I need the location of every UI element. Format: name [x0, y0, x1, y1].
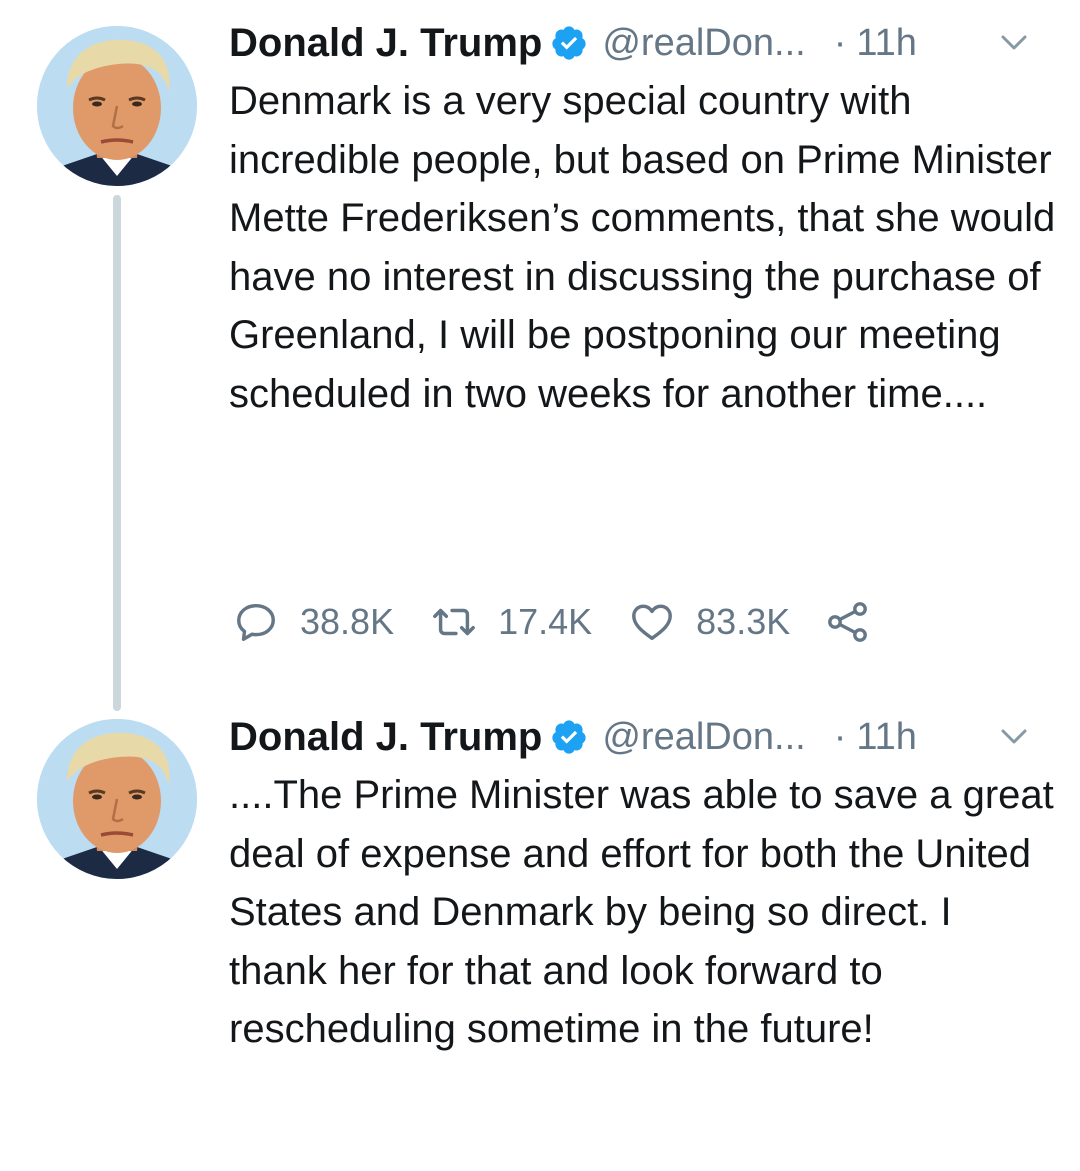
time-separator: · [833, 21, 847, 64]
share-icon [824, 598, 872, 646]
author-name[interactable]: Donald J. Trump [229, 21, 542, 66]
reply-count: 38.8K [300, 601, 395, 642]
author-handle[interactable]: @realDon... [602, 22, 805, 65]
tweet-thread: Donald J. Trump @realDon... · 11h Denmar… [0, 0, 1080, 1171]
verified-badge-icon [550, 24, 588, 62]
tweet-header: Donald J. Trump @realDon... · 11h [229, 15, 1059, 71]
tweet-actions: 38.8K 17.4K 83.3K [232, 596, 908, 648]
author-name[interactable]: Donald J. Trump [229, 715, 542, 760]
share-button[interactable] [826, 598, 872, 646]
avatar[interactable] [37, 719, 197, 879]
time-separator: · [833, 715, 847, 758]
retweet-icon [430, 598, 478, 646]
verified-badge-icon [550, 718, 588, 756]
tweet-header: Donald J. Trump @realDon... · 11h [229, 709, 1059, 765]
retweet-count: 17.4K [498, 601, 593, 642]
like-count: 83.3K [696, 601, 791, 642]
tweet-timestamp[interactable]: 11h [856, 716, 917, 759]
author-handle[interactable]: @realDon... [602, 716, 805, 759]
reply-icon [232, 598, 280, 646]
retweet-button[interactable]: 17.4K [430, 598, 592, 646]
reply-button[interactable]: 38.8K [232, 598, 394, 646]
chevron-down-icon[interactable] [999, 31, 1029, 55]
tweet[interactable]: Donald J. Trump @realDon... · 11h Denmar… [0, 0, 1080, 694]
avatar[interactable] [37, 26, 197, 186]
tweet-timestamp[interactable]: 11h [856, 22, 917, 65]
heart-icon [628, 598, 676, 646]
chevron-down-icon[interactable] [999, 725, 1029, 749]
like-button[interactable]: 83.3K [628, 598, 790, 646]
tweet[interactable]: Donald J. Trump @realDon... · 11h ....Th… [0, 694, 1080, 1171]
tweet-text: ....The Prime Minister was able to save … [229, 773, 1054, 1052]
tweet-text: Denmark is a very special country with i… [229, 79, 1056, 416]
